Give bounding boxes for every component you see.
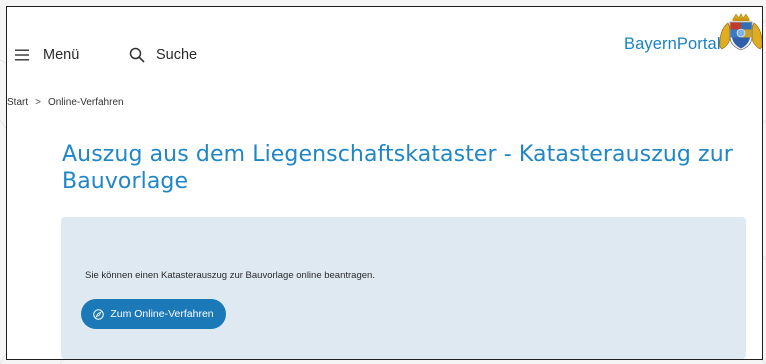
bayernportal-logo-text[interactable]: BayernPortal	[624, 35, 721, 54]
menu-button[interactable]: Menü	[15, 45, 79, 65]
menu-label: Menü	[43, 47, 80, 63]
search-label: Suche	[156, 47, 198, 63]
online-procedure-button-label: Zum Online-Verfahren	[110, 308, 214, 320]
breadcrumb-separator: >	[35, 97, 41, 108]
page-title: Auszug aus dem Liegenschaftskataster - K…	[62, 142, 733, 194]
info-text: Sie können einen Katasterauszug zur Bauv…	[85, 270, 375, 281]
breadcrumb: Start > Online-Verfahren	[7, 97, 124, 108]
hamburger-menu-icon	[15, 49, 29, 61]
compass-icon	[93, 308, 105, 320]
browser-page: Menü Suche BayernPortal Start > Online-V…	[6, 6, 763, 360]
breadcrumb-item-online-verfahren[interactable]: Online-Verfahren	[48, 97, 124, 108]
online-procedure-button[interactable]: Zum Online-Verfahren	[81, 299, 226, 329]
info-box: Sie können einen Katasterauszug zur Bauv…	[61, 217, 746, 359]
breadcrumb-item-start[interactable]: Start	[7, 97, 28, 108]
search-button[interactable]: Suche	[129, 44, 197, 66]
magnifier-icon	[129, 47, 145, 63]
bavarian-coat-of-arms-icon	[719, 13, 762, 51]
